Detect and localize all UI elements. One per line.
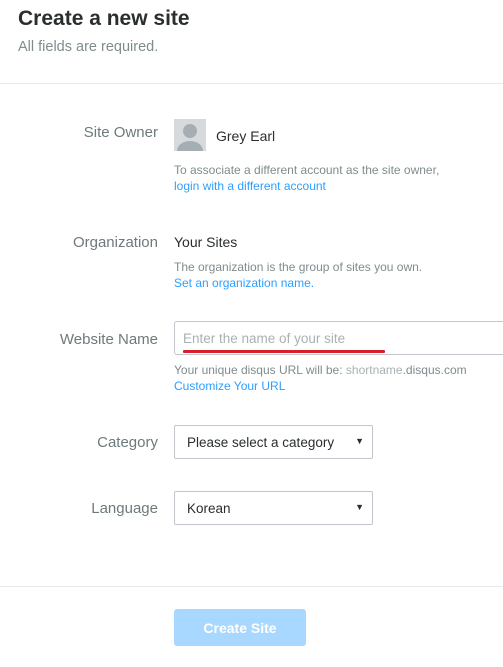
language-select[interactable]: Korean ▼: [174, 491, 373, 525]
organization-name: Your Sites: [174, 234, 238, 250]
site-owner-label: Site Owner: [83, 124, 158, 141]
url-hint: Your unique disqus URL will be: shortnam…: [174, 362, 467, 378]
create-site-button[interactable]: Create Site: [174, 609, 306, 646]
dropdown-arrow-icon: ▼: [355, 502, 364, 512]
url-hint-prefix: Your unique disqus URL will be:: [174, 363, 346, 377]
customize-url-link[interactable]: Customize Your URL: [174, 378, 285, 394]
footer-divider: [0, 586, 503, 587]
organization-label: Organization: [72, 234, 158, 251]
dropdown-arrow-icon: ▼: [355, 436, 364, 446]
user-silhouette-icon: [177, 124, 203, 151]
page-header: Create a new site All fields are require…: [0, 0, 503, 84]
url-hint-shortname: shortname: [345, 363, 403, 377]
owner-help-text: To associate a different account as the …: [174, 163, 440, 177]
avatar: [174, 119, 206, 151]
language-selected-value: Korean: [187, 501, 231, 516]
page-title: Create a new site: [18, 7, 190, 30]
language-label: Language: [91, 500, 158, 517]
website-name-label: Website Name: [59, 331, 158, 348]
organization-help-text: The organization is the group of sites y…: [174, 260, 423, 274]
category-label: Category: [97, 434, 158, 451]
page-subtitle: All fields are required.: [18, 39, 159, 55]
category-select[interactable]: Please select a category ▼: [174, 425, 373, 459]
category-selected-value: Please select a category: [187, 435, 335, 450]
owner-name: Grey Earl: [216, 128, 276, 144]
create-site-page: Create a new site All fields are require…: [0, 0, 503, 667]
set-organization-name-link[interactable]: Set an organization name.: [174, 275, 314, 291]
url-hint-suffix: .disqus.com: [402, 363, 467, 377]
annotation-underline: [183, 350, 385, 353]
login-different-account-link[interactable]: login with a different account: [174, 178, 326, 194]
